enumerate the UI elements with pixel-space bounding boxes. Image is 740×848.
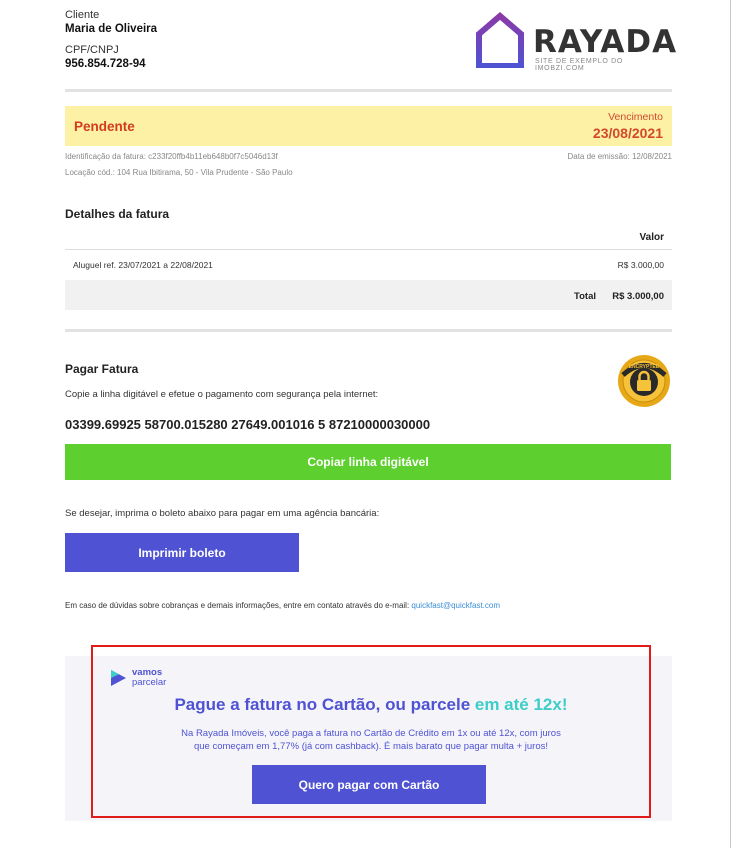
table-row-value: R$ 3.000,00 [617, 260, 664, 270]
encrypted-seal-icon: ENCRYPTED [618, 355, 670, 407]
emission-date: Data de emissão: 12/08/2021 [567, 152, 672, 161]
brand-name: RAYADA [533, 24, 678, 60]
promo-description: Na Rayada Imóveis, você paga a fatura no… [91, 727, 651, 753]
promo-title-highlight: em até 12x! [474, 695, 568, 714]
client-name: Maria de Oliveira [65, 23, 158, 35]
house-logo-icon [476, 12, 524, 68]
doc-value: 956.854.728-94 [65, 58, 146, 70]
contact-text: Em caso de dúvidas sobre cobranças e dem… [65, 601, 410, 610]
total-row: Total R$ 3.000,00 [65, 280, 672, 310]
client-label: Cliente [65, 9, 100, 21]
divider [65, 329, 672, 332]
payment-instruction: Copie a linha digitável e efetue o pagam… [65, 389, 379, 400]
brand-logo: RAYADA SITE DE EXEMPLO DO IMOBZI.COM [475, 10, 678, 72]
location-info: Locação cód.: 104 Rua Ibitirama, 50 - Vi… [65, 168, 293, 177]
promo-desc-line1: Na Rayada Imóveis, você paga a fatura no… [181, 728, 561, 739]
table-row-desc: Aluguel ref. 23/07/2021 a 22/08/2021 [73, 260, 213, 270]
due-date: 23/08/2021 [592, 125, 663, 141]
status-badge: Pendente [74, 119, 135, 134]
promo-desc-line2: que começam em 1,77% (já com cashback). … [193, 741, 549, 752]
due-label: Vencimento [608, 111, 663, 123]
promo-title: Pague a fatura no Cartão, ou parcele em … [91, 695, 651, 715]
client-info: Cliente Maria de Oliveira CPF/CNPJ 956.8… [65, 8, 157, 72]
doc-label: CPF/CNPJ [65, 44, 119, 56]
page-edge [730, 0, 731, 848]
status-bar: Pendente Vencimento 23/08/2021 [65, 106, 672, 146]
copy-barcode-button[interactable]: Copiar linha digitável [65, 444, 671, 480]
divider [65, 89, 672, 92]
print-instruction: Se desejar, imprima o boleto abaixo para… [65, 508, 380, 519]
total-label: Total [574, 291, 596, 302]
pay-with-card-button[interactable]: Quero pagar com Cartão [252, 765, 486, 804]
seal-text: ENCRYPTED [629, 364, 660, 370]
details-title: Detalhes da fatura [65, 207, 170, 221]
barcode-line[interactable]: 03399.69925 58700.015280 27649.001016 5 … [65, 417, 430, 432]
total-value: R$ 3.000,00 [612, 291, 664, 302]
brand-tagline: SITE DE EXEMPLO DO IMOBZI.COM [535, 58, 624, 72]
contact-info: Em caso de dúvidas sobre cobranças e dem… [65, 601, 500, 610]
vamos-parcelar-logo: vamos parcelar [108, 667, 178, 689]
invoice-id: Identificação da fatura: c233f20ffb4b11e… [65, 152, 278, 161]
table-divider [65, 249, 672, 250]
print-boleto-button[interactable]: Imprimir boleto [65, 533, 299, 572]
contact-email-link[interactable]: quickfast@quickfast.com [411, 601, 500, 610]
promo-title-main: Pague a fatura no Cartão, ou parcele [174, 695, 475, 714]
payment-title: Pagar Fatura [65, 362, 139, 376]
column-header-value: Valor [639, 232, 664, 243]
play-logo-icon [111, 670, 126, 686]
vp-logo-word2: parcelar [132, 677, 167, 688]
